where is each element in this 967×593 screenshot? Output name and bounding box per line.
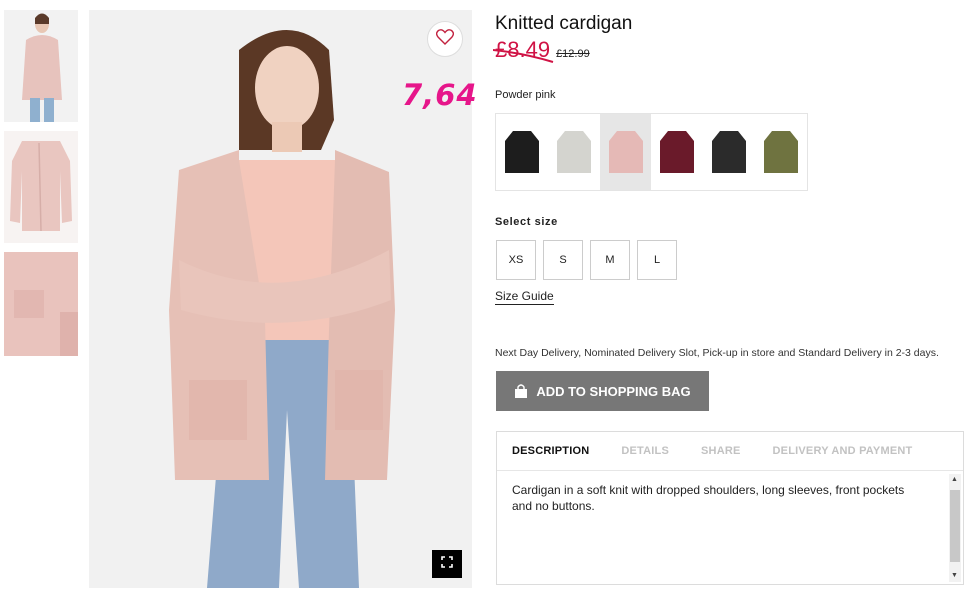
original-price: £12.99 bbox=[556, 48, 590, 60]
tab-description[interactable]: DESCRIPTION bbox=[512, 445, 589, 457]
handwritten-price-annotation: 7,64 bbox=[402, 78, 478, 112]
price-row: £8.49 £12.99 bbox=[493, 37, 590, 63]
shopping-bag-icon bbox=[514, 384, 528, 398]
thumbnail-detail-image bbox=[4, 252, 78, 356]
swatch-light-grey[interactable] bbox=[548, 114, 600, 190]
tab-delivery-payment[interactable]: DELIVERY AND PAYMENT bbox=[773, 445, 913, 457]
size-m-button[interactable]: M bbox=[590, 240, 630, 280]
swatch-khaki-image bbox=[764, 131, 799, 173]
product-title: Knitted cardigan bbox=[495, 13, 633, 34]
thumbnail-model-image bbox=[4, 10, 78, 122]
swatch-black[interactable] bbox=[496, 114, 548, 190]
tab-bar: DESCRIPTION DETAILS SHARE DELIVERY AND P… bbox=[497, 432, 963, 471]
favorite-button[interactable] bbox=[427, 21, 463, 57]
tab-details[interactable]: DETAILS bbox=[621, 445, 669, 457]
swatch-powder-pink-image bbox=[608, 131, 643, 173]
sale-price: £8.49 bbox=[493, 37, 554, 63]
swatch-khaki[interactable] bbox=[755, 114, 807, 190]
tab-share[interactable]: SHARE bbox=[701, 445, 741, 457]
size-options: XS S M L bbox=[496, 240, 684, 280]
size-guide-link[interactable]: Size Guide bbox=[495, 289, 554, 305]
size-xs-button[interactable]: XS bbox=[496, 240, 536, 280]
swatch-dark-grey[interactable] bbox=[703, 114, 755, 190]
scroll-down-icon[interactable]: ▼ bbox=[951, 572, 958, 580]
thumbnail-garment-image bbox=[4, 131, 78, 243]
scrollbar-thumb[interactable] bbox=[950, 490, 960, 562]
swatch-black-image bbox=[504, 131, 539, 173]
swatch-light-grey-image bbox=[556, 131, 591, 173]
add-to-bag-label: ADD TO SHOPPING BAG bbox=[536, 383, 691, 399]
add-to-bag-button[interactable]: ADD TO SHOPPING BAG bbox=[496, 371, 709, 411]
thumbnail-model[interactable] bbox=[4, 10, 78, 122]
delivery-info: Next Day Delivery, Nominated Delivery Sl… bbox=[495, 347, 939, 359]
swatch-burgundy[interactable] bbox=[651, 114, 703, 190]
size-l-button[interactable]: L bbox=[637, 240, 677, 280]
size-s-button[interactable]: S bbox=[543, 240, 583, 280]
color-swatches bbox=[495, 113, 808, 191]
product-info-tabs: DESCRIPTION DETAILS SHARE DELIVERY AND P… bbox=[496, 431, 964, 585]
swatch-dark-grey-image bbox=[712, 131, 747, 173]
thumbnail-garment[interactable] bbox=[4, 131, 78, 243]
price-scribble bbox=[493, 49, 554, 63]
fullscreen-button[interactable] bbox=[432, 550, 462, 578]
thumbnail-detail[interactable] bbox=[4, 252, 78, 356]
expand-icon bbox=[441, 555, 453, 573]
thumbnail-list bbox=[4, 10, 78, 365]
description-text: Cardigan in a soft knit with dropped sho… bbox=[512, 483, 905, 513]
heart-icon bbox=[435, 28, 455, 50]
scroll-up-icon[interactable]: ▲ bbox=[951, 476, 958, 484]
description-scrollbar[interactable]: ▲ ▼ bbox=[949, 474, 961, 582]
color-name: Powder pink bbox=[495, 89, 556, 101]
size-label: Select size bbox=[495, 216, 558, 228]
swatch-burgundy-image bbox=[660, 131, 695, 173]
swatch-powder-pink[interactable] bbox=[599, 114, 652, 190]
